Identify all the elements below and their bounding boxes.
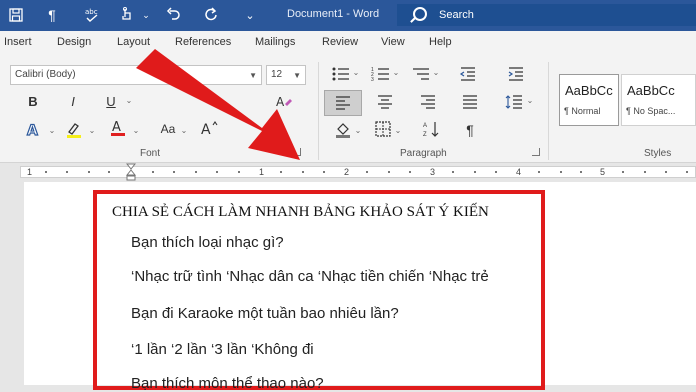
- underline-button[interactable]: U: [104, 94, 118, 109]
- paragraph-dialog-launcher-icon[interactable]: [532, 148, 540, 156]
- document-line[interactable]: ‘Nhạc trữ tình ‘Nhạc dân ca ‘Nhạc tiền c…: [131, 268, 489, 285]
- chevron-down-icon[interactable]: ⌄: [394, 126, 402, 135]
- ribbon: Calibri (Body) ▼ 12 ▼ B I U ⌄ A A ⌄ ⌄ A …: [0, 56, 696, 163]
- group-separator: [318, 62, 319, 160]
- style-name: ¶ No Spac...: [626, 106, 676, 116]
- ruler-track: [20, 166, 696, 178]
- svg-text:A: A: [276, 95, 285, 109]
- font-size-combo[interactable]: 12 ▼: [266, 65, 306, 85]
- ruler-number: 3: [430, 167, 436, 177]
- svg-text:A: A: [423, 123, 427, 129]
- tab-view[interactable]: View: [381, 36, 405, 48]
- chevron-down-icon[interactable]: ⌄: [124, 96, 134, 105]
- document-heading[interactable]: CHIA SẺ CÁCH LÀM NHANH BẢNG KHẢO SÁT Ý K…: [112, 204, 489, 221]
- chevron-down-icon[interactable]: ⌄: [134, 5, 158, 25]
- paragraph-group-label: Paragraph: [400, 148, 447, 159]
- chevron-down-icon[interactable]: ⌄: [354, 126, 362, 135]
- text-effects-icon[interactable]: A: [24, 122, 46, 141]
- align-left-button[interactable]: [324, 90, 362, 116]
- document-line[interactable]: ‘1 lần ‘2 lần ‘3 lần ‘Không đi: [131, 341, 314, 358]
- align-center-icon[interactable]: [375, 94, 395, 113]
- ribbon-tabs: Insert Design Layout References Mailings…: [0, 31, 696, 56]
- tab-layout[interactable]: Layout: [117, 36, 150, 48]
- spelling-icon[interactable]: abc: [80, 5, 104, 25]
- grow-font-icon[interactable]: A: [200, 120, 218, 139]
- borders-icon[interactable]: [374, 121, 392, 140]
- chevron-down-icon[interactable]: ⌄: [432, 68, 440, 77]
- search-placeholder: Search: [439, 9, 474, 21]
- chevron-down-icon[interactable]: ▼: [293, 71, 301, 80]
- tab-mailings[interactable]: Mailings: [255, 36, 295, 48]
- style-name: ¶ Normal: [564, 106, 601, 116]
- tab-design[interactable]: Design: [57, 36, 91, 48]
- tab-help[interactable]: Help: [429, 36, 452, 48]
- sort-icon[interactable]: AZ: [422, 120, 440, 141]
- justify-icon[interactable]: [460, 94, 480, 113]
- numbering-icon[interactable]: 123: [370, 66, 392, 85]
- tab-insert[interactable]: Insert: [4, 36, 32, 48]
- svg-text:A: A: [112, 120, 121, 135]
- ruler-number: 5: [600, 167, 606, 177]
- styles-group-label: Styles: [644, 148, 672, 159]
- ruler-number: 2: [344, 167, 350, 177]
- font-name-combo[interactable]: Calibri (Body) ▼: [10, 65, 262, 85]
- change-case-button[interactable]: Aa: [156, 122, 180, 136]
- font-name-value: Calibri (Body): [15, 69, 76, 80]
- ruler-number: 1: [27, 167, 33, 177]
- highlight-color-icon[interactable]: [64, 120, 84, 141]
- document-line[interactable]: Bạn thích môn thể thao nào?: [131, 375, 324, 392]
- show-formatting-icon[interactable]: ¶: [462, 122, 478, 138]
- chevron-down-icon[interactable]: ⌄: [132, 126, 140, 135]
- horizontal-ruler[interactable]: 1 1 2 3 4 5: [0, 163, 696, 181]
- group-separator: [548, 62, 549, 160]
- font-size-value: 12: [271, 69, 283, 80]
- title-bar: ¶ abc ⌄ ⌄ Document1 - Word Search: [0, 0, 696, 31]
- document-title: Document1 - Word: [287, 8, 380, 20]
- clear-formatting-icon[interactable]: A: [275, 94, 293, 113]
- shading-icon[interactable]: [334, 120, 352, 141]
- chevron-down-icon[interactable]: ⌄: [526, 96, 534, 105]
- tab-references[interactable]: References: [175, 36, 231, 48]
- style-sample: AaBbCc: [565, 83, 613, 98]
- redo-icon[interactable]: [200, 5, 224, 25]
- style-normal[interactable]: AaBbCc ¶ Normal: [559, 74, 619, 126]
- multilevel-list-icon[interactable]: [410, 66, 432, 85]
- svg-text:A: A: [201, 122, 211, 136]
- customize-qat-icon[interactable]: ⌄: [238, 5, 262, 25]
- chevron-down-icon[interactable]: ⌄: [352, 68, 360, 77]
- bullets-icon[interactable]: [330, 66, 352, 85]
- font-group-label: Font: [140, 148, 161, 159]
- style-sample: AaBbCc: [627, 83, 675, 98]
- search-box[interactable]: Search: [397, 4, 696, 26]
- chevron-down-icon[interactable]: ▼: [249, 71, 257, 80]
- style-no-spacing[interactable]: AaBbCc ¶ No Spac...: [621, 74, 696, 126]
- chevron-down-icon[interactable]: ⌄: [392, 68, 400, 77]
- document-line[interactable]: Bạn thích loại nhạc gì?: [131, 234, 284, 251]
- tab-review[interactable]: Review: [322, 36, 358, 48]
- chevron-down-icon[interactable]: ⌄: [88, 126, 96, 135]
- line-spacing-icon[interactable]: [504, 94, 524, 113]
- undo-icon[interactable]: [161, 5, 185, 25]
- svg-text:3: 3: [371, 77, 374, 82]
- save-icon[interactable]: [4, 5, 28, 25]
- document-line[interactable]: Bạn đi Karaoke một tuần bao nhiêu lần?: [131, 305, 399, 322]
- ruler-number: 4: [516, 167, 522, 177]
- italic-button[interactable]: I: [66, 94, 80, 109]
- decrease-indent-icon[interactable]: [458, 66, 478, 85]
- bold-button[interactable]: B: [26, 94, 40, 109]
- svg-text:A: A: [27, 123, 38, 138]
- font-dialog-launcher-icon[interactable]: [293, 148, 301, 156]
- ruler-number: 1: [259, 167, 265, 177]
- svg-text:Z: Z: [423, 132, 427, 138]
- align-right-icon[interactable]: [418, 94, 438, 113]
- increase-indent-icon[interactable]: [506, 66, 526, 85]
- search-icon: [413, 7, 427, 21]
- paragraph-mark-icon[interactable]: ¶: [40, 5, 64, 25]
- chevron-down-icon[interactable]: ⌄: [48, 126, 56, 135]
- chevron-down-icon[interactable]: ⌄: [180, 126, 188, 135]
- svg-text:abc: abc: [85, 8, 98, 16]
- font-color-icon[interactable]: A: [108, 118, 128, 139]
